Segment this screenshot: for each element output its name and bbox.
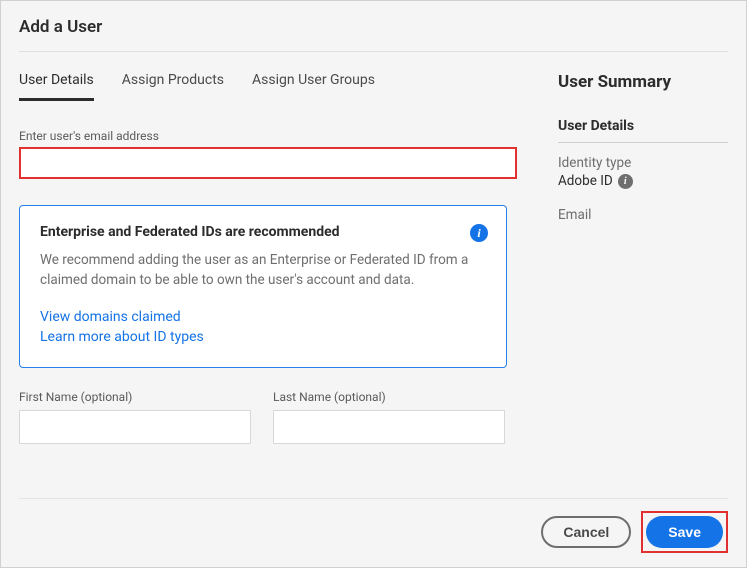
- summary-title: User Summary: [558, 72, 728, 92]
- dialog-footer: Cancel Save: [19, 498, 728, 567]
- tab-user-details[interactable]: User Details: [19, 72, 94, 101]
- last-name-label: Last Name (optional): [273, 390, 505, 404]
- dialog-body: User Details Assign Products Assign User…: [19, 72, 728, 498]
- save-highlight: Save: [641, 511, 728, 553]
- cancel-button[interactable]: Cancel: [541, 516, 631, 548]
- tabs: User Details Assign Products Assign User…: [19, 72, 528, 101]
- view-domains-link[interactable]: View domains claimed: [40, 309, 486, 325]
- identity-type-label: Identity type: [558, 155, 728, 171]
- summary-panel: User Summary User Details Identity type …: [558, 72, 728, 498]
- summary-section-header: User Details: [558, 118, 728, 143]
- left-panel: User Details Assign Products Assign User…: [19, 72, 528, 498]
- divider: [19, 51, 728, 52]
- dialog-title: Add a User: [19, 17, 728, 37]
- info-icon: i: [470, 224, 488, 242]
- last-name-field: Last Name (optional): [273, 390, 505, 444]
- tab-assign-products[interactable]: Assign Products: [122, 72, 224, 101]
- infobox-title: Enterprise and Federated IDs are recomme…: [40, 224, 486, 240]
- learn-id-types-link[interactable]: Learn more about ID types: [40, 329, 486, 345]
- infobox-text: We recommend adding the user as an Enter…: [40, 250, 486, 291]
- summary-email-label: Email: [558, 207, 728, 223]
- email-input[interactable]: [19, 147, 517, 179]
- tab-assign-user-groups[interactable]: Assign User Groups: [252, 72, 375, 101]
- email-label: Enter user's email address: [19, 129, 528, 143]
- id-recommendation-box: i Enterprise and Federated IDs are recom…: [19, 205, 507, 368]
- save-button[interactable]: Save: [646, 516, 723, 548]
- identity-type-value: Adobe ID i: [558, 173, 728, 189]
- last-name-input[interactable]: [273, 410, 505, 444]
- add-user-dialog: Add a User User Details Assign Products …: [0, 0, 747, 568]
- identity-type-text: Adobe ID: [558, 173, 613, 189]
- name-row: First Name (optional) Last Name (optiona…: [19, 390, 528, 444]
- first-name-field: First Name (optional): [19, 390, 251, 444]
- first-name-input[interactable]: [19, 410, 251, 444]
- first-name-label: First Name (optional): [19, 390, 251, 404]
- info-icon[interactable]: i: [618, 174, 633, 189]
